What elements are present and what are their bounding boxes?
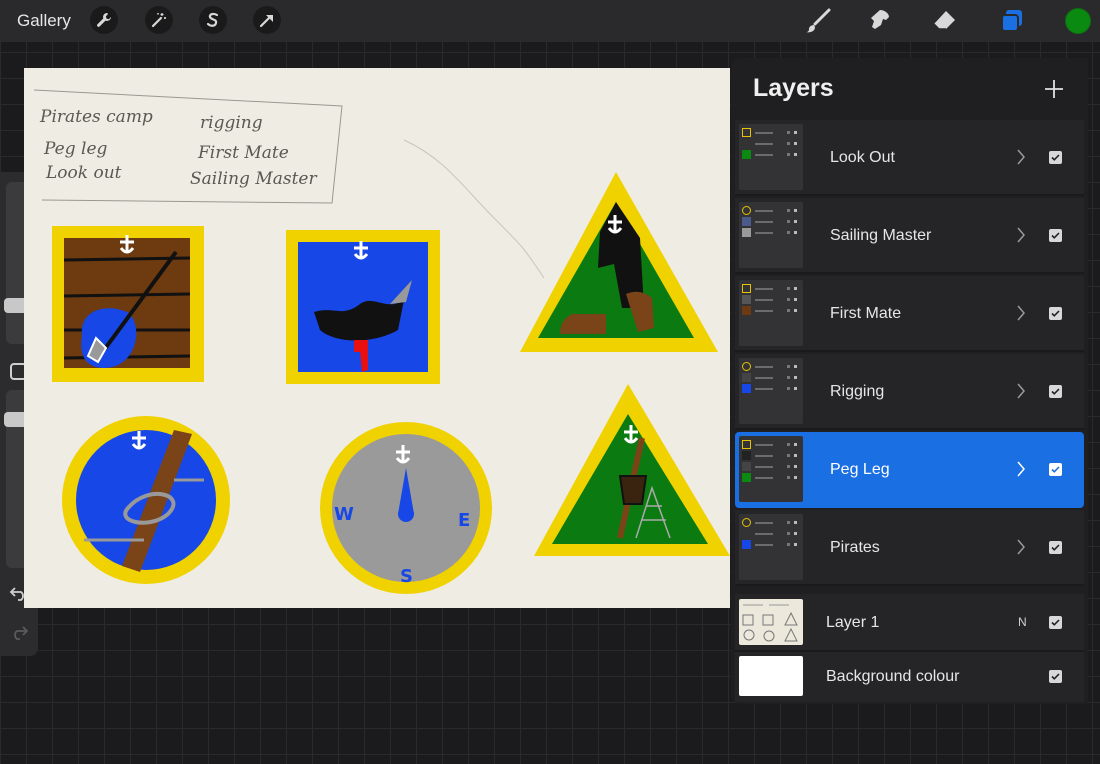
layer-group-name: Rigging (830, 383, 885, 400)
eraser-icon[interactable] (930, 6, 960, 36)
note-sailing-master: Sailing Master (190, 169, 317, 189)
layer-row-layer-1[interactable]: Layer 1 N (735, 594, 1084, 652)
note-pirates-camp: Pirates camp (39, 107, 153, 127)
layer-group-thumbnail (739, 202, 803, 268)
layers-panel-title: Layers (753, 74, 834, 102)
note-rigging: rigging (200, 113, 263, 133)
badge-circle-rigging (62, 416, 230, 584)
add-layer-icon[interactable] (1043, 78, 1065, 100)
layer-1-thumbnail (739, 599, 803, 645)
drawing-canvas[interactable]: Pirates camp Peg leg Look out rigging Fi… (24, 68, 730, 608)
layers-icon[interactable] (997, 6, 1027, 36)
wrench-icon[interactable] (90, 6, 118, 34)
layer-1-name: Layer 1 (826, 614, 880, 631)
compass-e-label: E (458, 510, 470, 531)
note-first-mate: First Mate (197, 143, 289, 163)
badge-square-hook (52, 226, 204, 382)
layer-group-name: Pirates (830, 539, 880, 556)
layer-group-visibility-checkbox[interactable] (1049, 229, 1062, 242)
canvas-artwork: Pirates camp Peg leg Look out rigging Fi… (33, 89, 730, 594)
layer-group-row[interactable]: Peg Leg (735, 432, 1084, 508)
selection-s-icon[interactable] (199, 6, 227, 34)
layer-group-thumbnail (739, 514, 803, 580)
smudge-icon[interactable] (866, 6, 896, 36)
layer-group-visibility-checkbox[interactable] (1049, 463, 1062, 476)
badge-triangle-bucket (534, 384, 730, 556)
badge-triangle-boots (520, 172, 718, 352)
transform-arrow-icon[interactable] (253, 6, 281, 34)
chevron-right-icon[interactable] (1016, 226, 1026, 244)
chevron-right-icon[interactable] (1016, 538, 1026, 556)
layer-group-visibility-checkbox[interactable] (1049, 385, 1062, 398)
background-visibility-checkbox[interactable] (1049, 670, 1062, 683)
layer-group-thumbnail (739, 358, 803, 424)
compass-s-label: S (400, 566, 413, 587)
chevron-right-icon[interactable] (1016, 304, 1026, 322)
layer-group-row[interactable]: Look Out (735, 120, 1084, 196)
background-layer-name: Background colour (826, 668, 960, 685)
badge-circle-compass: W E S (320, 422, 492, 594)
layer-group-thumbnail (739, 436, 803, 502)
background-thumbnail (739, 656, 803, 696)
layer-group-name: First Mate (830, 305, 902, 322)
chevron-right-icon[interactable] (1016, 148, 1026, 166)
magic-wand-icon[interactable] (145, 6, 173, 34)
badge-square-hat (286, 230, 440, 384)
layer-group-row[interactable]: Pirates (735, 510, 1084, 586)
layer-group-visibility-checkbox[interactable] (1049, 151, 1062, 164)
brush-icon[interactable] (803, 6, 833, 36)
redo-icon[interactable] (9, 624, 29, 640)
note-look-out: Look out (45, 163, 122, 183)
layer-row-background[interactable]: Background colour (735, 652, 1084, 702)
layer-group-visibility-checkbox[interactable] (1049, 307, 1062, 320)
layers-panel: Layers Look Out Sailing Master First Mate R… (731, 58, 1088, 704)
blend-mode-label[interactable]: N (1018, 615, 1027, 629)
chevron-right-icon[interactable] (1016, 382, 1026, 400)
chevron-right-icon[interactable] (1016, 460, 1026, 478)
layer-1-visibility-checkbox[interactable] (1049, 616, 1062, 629)
color-picker-swatch[interactable] (1065, 8, 1091, 34)
layer-group-name: Peg Leg (830, 461, 890, 478)
compass-w-label: W (334, 504, 354, 525)
top-toolbar: Gallery (0, 0, 1100, 42)
layer-group-visibility-checkbox[interactable] (1049, 541, 1062, 554)
note-peg-leg: Peg leg (43, 139, 108, 159)
layer-group-name: Sailing Master (830, 227, 932, 244)
gallery-button[interactable]: Gallery (17, 11, 71, 31)
layer-group-row[interactable]: First Mate (735, 276, 1084, 352)
layer-group-thumbnail (739, 280, 803, 346)
layer-group-name: Look Out (830, 149, 895, 166)
layer-group-row[interactable]: Rigging (735, 354, 1084, 430)
layer-group-thumbnail (739, 124, 803, 190)
layer-group-row[interactable]: Sailing Master (735, 198, 1084, 274)
